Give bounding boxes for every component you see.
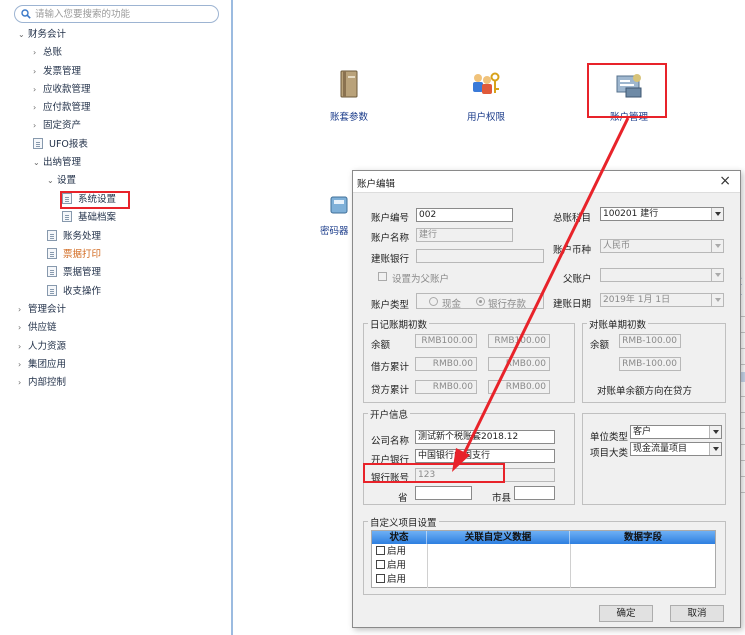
screen: ⌄财务会计 ›总账 ›发票管理 ›应收款管理 ›应付款管理 ›固定资产 UFO报… <box>0 0 745 635</box>
annotation-arrow <box>452 117 630 472</box>
